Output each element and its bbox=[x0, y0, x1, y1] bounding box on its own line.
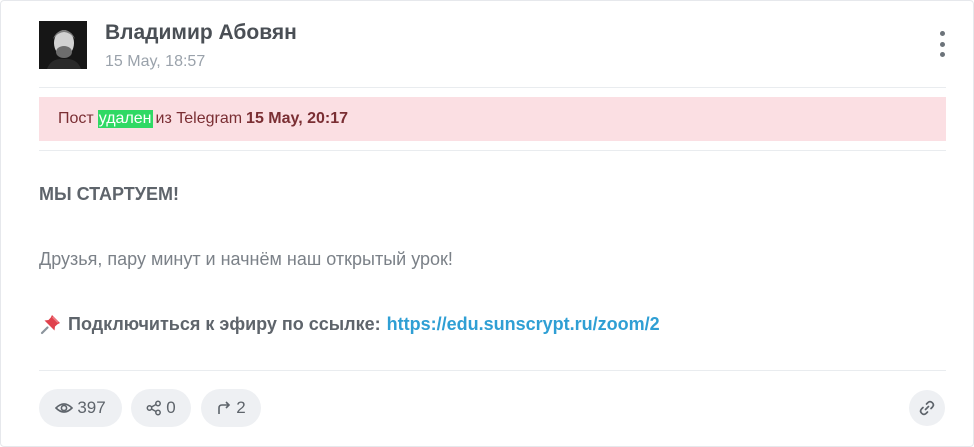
shares-button[interactable]: 0 bbox=[131, 389, 191, 427]
chain-link-icon bbox=[919, 400, 935, 416]
divider bbox=[39, 87, 946, 88]
alert-prefix: Пост bbox=[58, 110, 94, 127]
eye-icon bbox=[55, 403, 74, 413]
divider bbox=[39, 370, 946, 371]
post-date: 15 May, 18:57 bbox=[105, 53, 206, 70]
post-card: Владимир Абовян 15 May, 18:57 Пост удале… bbox=[0, 0, 974, 447]
views-count: 397 bbox=[77, 398, 106, 417]
forward-arrow-icon bbox=[218, 401, 231, 414]
post-text: Друзья, пару минут и начнём наш открытый… bbox=[39, 249, 453, 269]
alert-middle: из Telegram bbox=[155, 110, 243, 127]
divider bbox=[39, 150, 946, 151]
deleted-alert: Пост удален из Telegram 15 May, 20:17 bbox=[39, 97, 946, 141]
shares-count: 0 bbox=[166, 398, 176, 417]
avatar[interactable] bbox=[39, 21, 87, 69]
vertical-dots-icon[interactable] bbox=[935, 31, 949, 57]
zoom-link[interactable]: https://edu.sunscrypt.ru/zoom/2 bbox=[387, 314, 660, 335]
alert-highlight: удален bbox=[97, 110, 153, 128]
views-button[interactable]: 397 bbox=[39, 389, 122, 427]
share-icon bbox=[146, 400, 162, 416]
copy-link-button[interactable] bbox=[909, 390, 945, 426]
post-title: МЫ СТАРТУЕМ! bbox=[39, 184, 179, 204]
link-label: Подключиться к эфиру по ссылке: bbox=[68, 313, 381, 334]
forwards-count: 2 bbox=[236, 398, 246, 417]
alert-when: 15 May, 20:17 bbox=[246, 110, 349, 127]
pushpin-icon bbox=[39, 312, 63, 336]
author-portrait bbox=[39, 21, 87, 69]
forwards-button[interactable]: 2 bbox=[201, 389, 261, 427]
link-line: Подключиться к эфиру по ссылке: https://… bbox=[39, 312, 660, 336]
author-name[interactable]: Владимир Абовян bbox=[105, 21, 297, 45]
